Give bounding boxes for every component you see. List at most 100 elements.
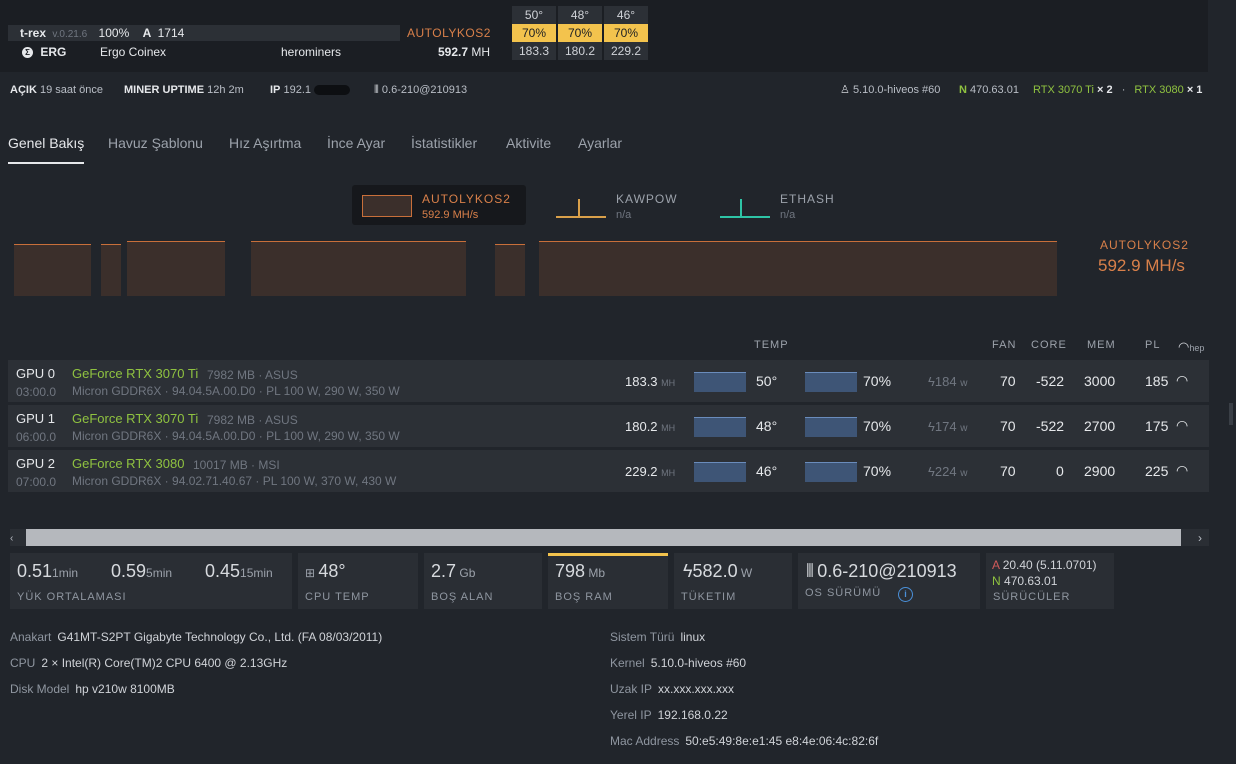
scroll-right-icon[interactable]: › xyxy=(1198,531,1202,545)
gpu-details: Micron GDDR6X · 94.04.5A.00.D0 · PL 100 … xyxy=(72,384,400,398)
top-gpu-1: 48° 70% 180.2 xyxy=(558,6,602,60)
gpu-model[interactable]: GeForce RTX 3070 Ti xyxy=(72,411,198,426)
coin-symbol: ERG xyxy=(40,45,67,59)
top-gpu-temp: 46° xyxy=(604,6,648,24)
miner-name: t-rex xyxy=(20,26,47,40)
header-temp: TEMP xyxy=(754,339,789,351)
free-disk-value: 2.7 Gb xyxy=(431,561,476,581)
algo-sparkline xyxy=(720,216,770,218)
gpu-vram: 7982 MB · ASUS xyxy=(207,413,298,427)
gpu-pl: 185 xyxy=(1145,373,1169,389)
gpu-core: -522 xyxy=(1036,373,1065,389)
top-gpu-fan: 70% xyxy=(558,24,602,42)
hive-icon: ⦀ xyxy=(806,561,814,581)
gpu-row[interactable]: GPU 2 07:00.0 GeForce RTX 3080 10017 MB … xyxy=(8,450,1209,492)
algo-value: n/a xyxy=(616,209,632,221)
header-pl: PL xyxy=(1145,339,1161,351)
gpu-bus: 06:00.0 xyxy=(16,430,57,444)
gpu-model[interactable]: GeForce RTX 3080 xyxy=(72,456,184,471)
tab-activity[interactable]: Aktivite xyxy=(506,132,551,154)
algo-value: 592.9 MH/s xyxy=(422,209,479,221)
cpu-temp-label: CPU TEMP xyxy=(305,591,370,603)
algo-name: KAWPOW xyxy=(616,192,678,206)
header-mem: MEM xyxy=(1087,339,1116,351)
gauge-icon[interactable]: ◠ xyxy=(1176,417,1188,434)
gpu-fan-pct: 70% xyxy=(863,418,892,434)
algo-autolykos2[interactable]: AUTOLYKOS2 592.9 MH/s xyxy=(352,185,526,225)
free-disk-label: BOŞ ALAN xyxy=(431,591,494,603)
gauge-icon[interactable]: ◠ xyxy=(1176,372,1188,389)
lightning-icon: ϟ xyxy=(928,464,935,479)
os-version-value: ⦀ 0.6-210@210913 xyxy=(806,561,957,581)
info-disk-model: Disk Model hp v210w 8100MB xyxy=(10,682,175,696)
nvidia-driver: N 470.63.01 xyxy=(992,574,1058,588)
tab-tuning[interactable]: İnce Ayar xyxy=(327,132,385,154)
gpu-temp: 46° xyxy=(756,463,778,479)
gpu-id: GPU 1 xyxy=(16,411,56,426)
gpu-hashrate: 183.3 MH xyxy=(625,374,676,389)
gpu-fan: 70 xyxy=(1000,418,1016,434)
hashrate-sparkline xyxy=(694,417,746,437)
linux-icon: ♙ xyxy=(840,84,850,96)
miner-algo: AUTOLYKOS2 xyxy=(407,26,491,40)
tab-settings[interactable]: Ayarlar xyxy=(578,132,622,154)
power-value: ϟ582.0 W xyxy=(683,561,753,581)
free-disk-box: 2.7 Gb BOŞ ALAN xyxy=(424,553,542,609)
tab-overclock[interactable]: Hız Aşırtma xyxy=(229,132,301,154)
gpu-model[interactable]: GeForce RTX 3070 Ti xyxy=(72,366,198,381)
gpu-details: Micron GDDR6X · 94.02.71.40.67 · PL 100 … xyxy=(72,474,397,488)
scroll-left-icon[interactable]: ‹ xyxy=(10,533,13,544)
vertical-scroll-marker[interactable] xyxy=(1229,403,1233,425)
chart-segment xyxy=(14,244,91,296)
ergo-coin-icon: Σ xyxy=(22,47,33,59)
gpu-bus: 03:00.0 xyxy=(16,385,57,399)
accepted-label: A xyxy=(142,26,152,40)
scrollbar-thumb[interactable] xyxy=(26,529,1181,546)
free-ram-value: 798 Mb xyxy=(555,561,606,581)
redaction-mark xyxy=(314,85,351,96)
gauge-icon[interactable]: ◠ xyxy=(1176,462,1188,479)
top-gpu-hash: 183.3 xyxy=(512,42,556,60)
chart-segment xyxy=(127,241,225,296)
os-version-box: ⦀ 0.6-210@210913 OS SÜRÜMÜ i xyxy=(798,553,980,609)
chart-segment xyxy=(539,241,1057,296)
gpu-pl: 175 xyxy=(1145,418,1169,434)
gpu-bus: 07:00.0 xyxy=(16,475,57,489)
algo-ethash[interactable]: ETHASH n/a xyxy=(720,185,870,225)
drivers-box: A 20.40 (5.11.0701) N 470.63.01 SÜRÜCÜLE… xyxy=(986,553,1114,609)
gpu-fan: 70 xyxy=(1000,463,1016,479)
gpu-mem: 3000 xyxy=(1084,373,1116,389)
info-system-type: Sistem Türü linux xyxy=(610,630,706,644)
info-remote-ip: Uzak IP xx.xxx.xxx.xxx xyxy=(610,682,735,696)
algo-kawpow[interactable]: KAWPOW n/a xyxy=(556,185,706,225)
tab-statistics[interactable]: İstatistikler xyxy=(411,132,477,154)
power-box: ϟ582.0 W TÜKETIM xyxy=(674,553,792,609)
horizontal-scrollbar[interactable]: ‹ › xyxy=(10,529,1209,546)
free-ram-label: BOŞ RAM xyxy=(555,591,613,603)
status-version: ⦀ 0.6-210@210913 xyxy=(374,84,468,96)
gpu-row[interactable]: GPU 1 06:00.0 GeForce RTX 3070 Ti 7982 M… xyxy=(8,405,1209,447)
info-icon[interactable]: i xyxy=(898,587,913,602)
load-1: 0.511min xyxy=(17,561,79,581)
os-version-label: OS SÜRÜMÜ xyxy=(805,587,882,599)
gpu-core: -522 xyxy=(1036,418,1065,434)
gpu-pl: 225 xyxy=(1145,463,1169,479)
gpu-power: ϟ174 w xyxy=(928,419,968,434)
algo-spike xyxy=(578,199,580,217)
tab-overview[interactable]: Genel Bakış xyxy=(8,132,85,164)
cpu-temp-box: ⊞ 48° CPU TEMP xyxy=(298,553,418,609)
tab-pool-template[interactable]: Havuz Şablonu xyxy=(108,132,203,154)
gpu-core: 0 xyxy=(1056,463,1064,479)
chart-hashrate: 592.9 MH/s xyxy=(1098,256,1185,275)
gpu-vram: 10017 MB · MSI xyxy=(193,458,280,472)
coin-name: Ergo Coinex xyxy=(100,45,167,59)
top-gpu-fan: 70% xyxy=(512,24,556,42)
header-core: CORE xyxy=(1031,339,1067,351)
load-average-box: 0.511min 0.595min 0.4515min YÜK ORTALAMA… xyxy=(10,553,292,609)
miner-panel: t-rex v.0.21.6 100% A 1714 Σ ERG Ergo Co… xyxy=(0,0,1208,72)
info-motherboard: Anakart G41MT-S2PT Gigabyte Technology Co… xyxy=(10,630,383,644)
miner-row-2: Σ ERG xyxy=(8,44,400,60)
amd-driver: A 20.40 (5.11.0701) xyxy=(992,558,1097,572)
cpu-icon: ⊞ xyxy=(305,566,316,580)
gpu-row[interactable]: GPU 0 03:00.0 GeForce RTX 3070 Ti 7982 M… xyxy=(8,360,1209,402)
